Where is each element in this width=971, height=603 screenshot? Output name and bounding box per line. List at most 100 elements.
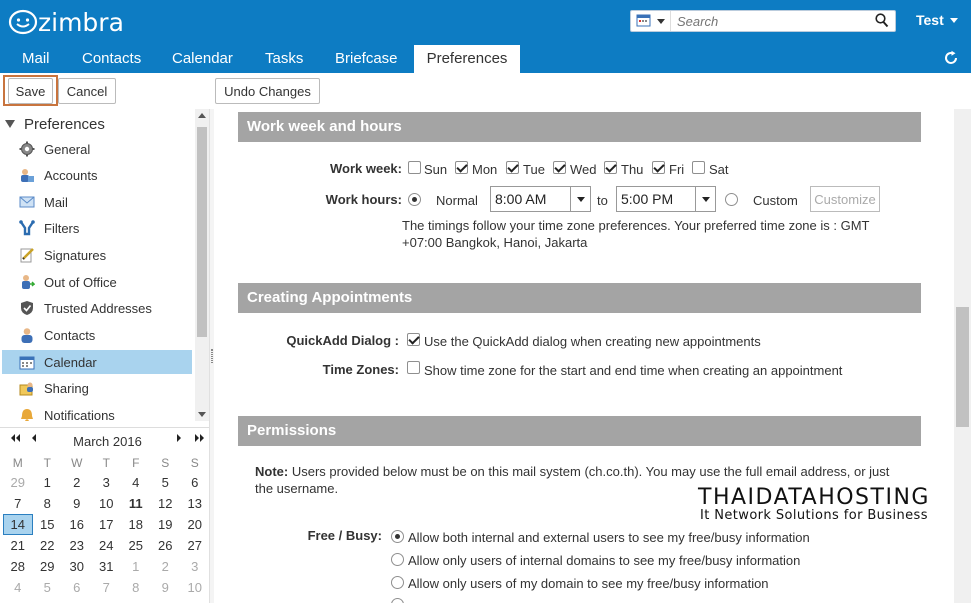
sidebar-item-notifications[interactable]: Notifications [2, 403, 192, 421]
prev-month-icon[interactable] [31, 433, 37, 449]
calendar-day[interactable]: 10 [180, 577, 210, 598]
checkbox-thu[interactable] [604, 161, 617, 174]
start-time-select[interactable]: 8:00 AM [490, 186, 591, 212]
sidebar-item-filters[interactable]: Filters [2, 216, 192, 240]
calendar-day[interactable]: 6 [180, 472, 210, 493]
calendar-day[interactable]: 20 [180, 514, 210, 535]
calendar-day[interactable]: 8 [121, 577, 151, 598]
calendar-day-today[interactable]: 11 [121, 493, 151, 514]
expand-triangle-icon[interactable] [5, 120, 15, 128]
radio-normal-hours[interactable] [408, 193, 421, 206]
calendar-day[interactable]: 23 [62, 535, 92, 556]
timezones-checkbox[interactable] [407, 361, 420, 374]
calendar-day[interactable]: 28 [3, 556, 33, 577]
calendar-day[interactable]: 10 [92, 493, 122, 514]
sidebar-item-general[interactable]: General [2, 137, 192, 161]
preferences-tree-header[interactable]: Preferences [5, 114, 105, 134]
calendar-day[interactable]: 1 [33, 472, 63, 493]
refresh-icon[interactable] [943, 50, 959, 69]
calendar-day[interactable]: 7 [92, 577, 122, 598]
checkbox-mon[interactable] [455, 161, 468, 174]
cancel-button[interactable]: Cancel [58, 78, 116, 104]
search-input[interactable] [671, 12, 861, 30]
calendar-day[interactable]: 9 [62, 493, 92, 514]
checkbox-wed[interactable] [553, 161, 566, 174]
radio-freebusy-next[interactable] [391, 598, 404, 603]
next-year-icon[interactable] [193, 433, 205, 449]
calendar-day[interactable]: 30 [62, 556, 92, 577]
sidebar-item-trusted-addresses[interactable]: Trusted Addresses [2, 296, 192, 320]
tab-calendar[interactable]: Calendar [164, 45, 241, 73]
sidebar-scroll-thumb[interactable] [197, 127, 207, 337]
calendar-day[interactable]: 17 [92, 514, 122, 535]
tab-briefcase[interactable]: Briefcase [327, 45, 406, 73]
calendar-day[interactable]: 5 [151, 472, 181, 493]
calendar-day[interactable]: 1 [121, 556, 151, 577]
calendar-day[interactable]: 19 [151, 514, 181, 535]
calendar-day[interactable]: 9 [151, 577, 181, 598]
save-button[interactable]: Save [8, 78, 53, 104]
calendar-day[interactable]: 31 [92, 556, 122, 577]
calendar-day[interactable]: 3 [180, 556, 210, 577]
checkbox-sat[interactable] [692, 161, 705, 174]
calendar-day[interactable]: 4 [3, 577, 33, 598]
tab-preferences[interactable]: Preferences [414, 45, 520, 73]
sidebar-item-out-of-office[interactable]: Out of Office [2, 270, 192, 294]
calendar-day[interactable]: 25 [121, 535, 151, 556]
calendar-day[interactable]: 3 [92, 472, 122, 493]
search-scope-dropdown[interactable] [631, 11, 671, 31]
tab-contacts[interactable]: Contacts [74, 45, 149, 73]
undo-changes-button[interactable]: Undo Changes [215, 78, 320, 104]
calendar-day[interactable]: 24 [92, 535, 122, 556]
calendar-day[interactable]: 26 [151, 535, 181, 556]
sidebar-item-calendar[interactable]: Calendar [2, 350, 192, 374]
zimbra-logo[interactable]: zimbra [8, 7, 124, 37]
calendar-day[interactable]: 22 [33, 535, 63, 556]
tab-tasks[interactable]: Tasks [257, 45, 311, 73]
sidebar-scrollbar[interactable] [195, 109, 209, 421]
checkbox-fri[interactable] [652, 161, 665, 174]
prev-year-icon[interactable] [10, 433, 22, 449]
calendar-day[interactable]: 15 [33, 514, 63, 535]
calendar-day[interactable]: 6 [62, 577, 92, 598]
user-menu[interactable]: Test [916, 12, 958, 28]
sidebar-item-accounts[interactable]: Accounts [2, 163, 192, 187]
calendar-day[interactable]: 2 [151, 556, 181, 577]
calendar-day[interactable]: 8 [33, 493, 63, 514]
scroll-up-arrow-icon[interactable] [198, 113, 206, 118]
calendar-day-selected[interactable]: 14 [3, 514, 33, 535]
calendar-day[interactable]: 13 [180, 493, 210, 514]
calendar-day[interactable]: 29 [3, 472, 33, 493]
calendar-day[interactable]: 4 [121, 472, 151, 493]
sidebar-item-mail[interactable]: Mail [2, 190, 192, 214]
calendar-day[interactable]: 18 [121, 514, 151, 535]
calendar-day[interactable]: 16 [62, 514, 92, 535]
calendar-day[interactable]: 21 [3, 535, 33, 556]
checkbox-tue[interactable] [506, 161, 519, 174]
checkbox-sun[interactable] [408, 161, 421, 174]
tab-mail[interactable]: Mail [14, 45, 58, 73]
chevron-down-icon[interactable] [570, 187, 590, 211]
sidebar-item-signatures[interactable]: Signatures [2, 243, 192, 267]
search-icon[interactable] [875, 13, 889, 31]
calendar-day[interactable]: 5 [33, 577, 63, 598]
next-month-icon[interactable] [176, 433, 182, 449]
quickadd-checkbox[interactable] [407, 333, 420, 346]
calendar-day[interactable]: 12 [151, 493, 181, 514]
calendar-day[interactable]: 29 [33, 556, 63, 577]
radio-custom-hours[interactable] [725, 193, 738, 206]
scroll-down-arrow-icon[interactable] [198, 412, 206, 417]
content-scrollbar[interactable] [954, 109, 971, 603]
calendar-day[interactable]: 2 [62, 472, 92, 493]
radio-freebusy-internal[interactable] [391, 553, 404, 566]
customize-button[interactable]: Customize [810, 186, 880, 212]
sidebar-item-sharing[interactable]: Sharing [2, 376, 192, 400]
chevron-down-icon[interactable] [695, 187, 715, 211]
content-scroll-thumb[interactable] [956, 307, 969, 427]
calendar-day[interactable]: 7 [3, 493, 33, 514]
sidebar-item-contacts[interactable]: Contacts [2, 323, 192, 347]
calendar-day[interactable]: 27 [180, 535, 210, 556]
radio-freebusy-all[interactable] [391, 530, 404, 543]
end-time-select[interactable]: 5:00 PM [616, 186, 716, 212]
radio-freebusy-domain[interactable] [391, 576, 404, 589]
